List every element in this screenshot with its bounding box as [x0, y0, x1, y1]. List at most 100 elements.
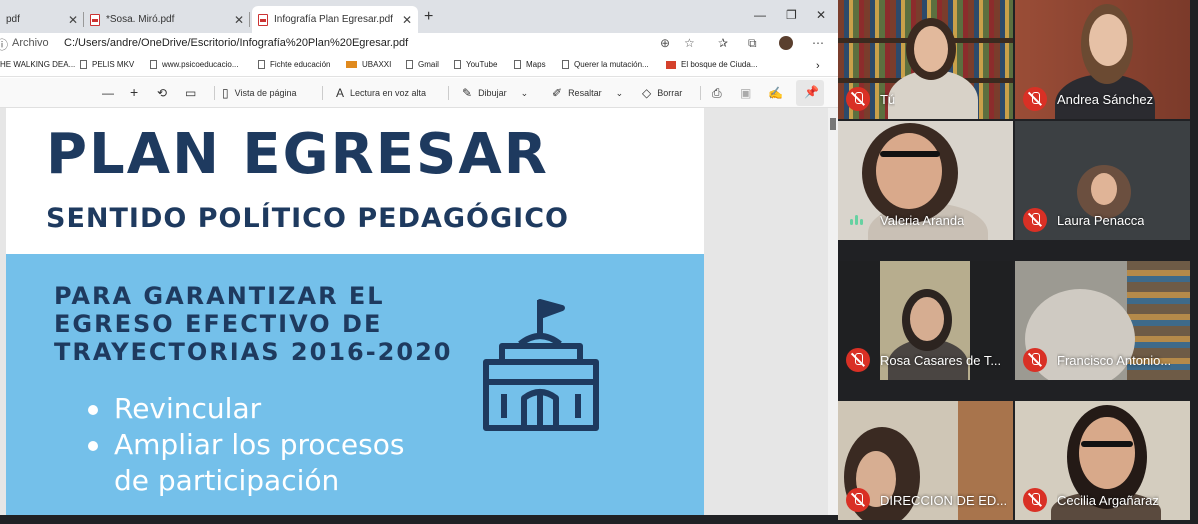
participant-name: Tú [880, 92, 896, 107]
browser-window: pdf ✕ *Sosa. Miró.pdf ✕ Infografía Plan … [0, 0, 838, 524]
fit-page-icon[interactable]: ▭ [185, 86, 202, 100]
scrollbar-thumb[interactable] [830, 118, 836, 130]
page-icon [562, 60, 569, 69]
bookmark-item[interactable]: Querer la mutación... [562, 60, 649, 69]
tab-label: pdf [6, 14, 20, 25]
tab-infografia[interactable]: Infografía Plan Egresar.pdf ✕ [252, 6, 418, 33]
minimize-button[interactable]: — [754, 8, 766, 22]
section-heading-line: PARA GARANTIZAR EL [54, 282, 385, 310]
section-heading-line: EGRESO EFECTIVO DE [54, 310, 383, 338]
bookmark-item[interactable]: El bosque de Ciuda... [666, 60, 758, 69]
person-face [876, 133, 942, 209]
bookmark-item[interactable]: PELIS MKV [80, 60, 134, 69]
favorite-add-icon[interactable]: ☆ [684, 36, 695, 50]
mic-off-icon [1023, 208, 1047, 232]
participant-name: Andrea Sánchez [1057, 92, 1154, 107]
close-window-button[interactable]: ✕ [816, 8, 826, 22]
zoom-icon[interactable]: ⊕ [660, 36, 670, 50]
participant-tile[interactable]: DIRECCION DE ED... [838, 401, 1013, 520]
page-view-icon: ▯ [222, 86, 229, 100]
read-aloud-icon: A [336, 86, 345, 100]
favorites-bar: HE WALKING DEA... PELIS MKV www.psicoedu… [0, 55, 838, 77]
page-icon [406, 60, 413, 69]
bookmark-item[interactable]: YouTube [454, 60, 497, 69]
zoom-in-button[interactable]: + [130, 84, 138, 100]
restore-button[interactable]: ❐ [786, 8, 797, 22]
mic-off-icon [1023, 87, 1047, 111]
highlight-button[interactable]: ✐ Resaltar ⌄ [552, 86, 623, 100]
mic-off-icon [846, 348, 870, 372]
close-tab-icon[interactable]: ✕ [402, 13, 412, 27]
zoom-out-button[interactable]: — [102, 86, 114, 100]
participant-tile[interactable]: Valeria Aranda [838, 121, 1013, 240]
participant-tile[interactable]: Cecilia Argañaraz [1015, 401, 1190, 520]
person-face [910, 297, 944, 341]
bullet-item: Revincular [88, 392, 261, 425]
pdf-toolbar: — + ⟲ ▭ ▯ Vista de página A Lectura en voz… [0, 78, 838, 108]
pdf-icon [90, 13, 100, 26]
tab-sosa-miro[interactable]: *Sosa. Miró.pdf ✕ [84, 6, 250, 33]
print-icon[interactable]: ⎙ [712, 86, 728, 101]
vertical-scrollbar[interactable] [828, 108, 838, 518]
section-heading-line: TRAYECTORIAS 2016-2020 [54, 338, 453, 366]
participant-tile[interactable]: Francisco Antonio... [1015, 261, 1190, 380]
toolbar-divider [322, 86, 323, 100]
glasses [1081, 441, 1133, 447]
pin-icon: 📌 [804, 85, 819, 99]
participant-tile[interactable]: Tú [838, 0, 1013, 119]
collections-icon[interactable]: ⧉ [748, 36, 757, 51]
school-building-icon [483, 299, 599, 431]
toolbar-divider [448, 86, 449, 100]
url-input[interactable]: C:/Users/andre/OneDrive/Escritorio/Infog… [64, 37, 408, 49]
bookmark-item[interactable]: Gmail [406, 60, 439, 69]
participant-name: DIRECCION DE ED... [880, 493, 1008, 508]
chevron-down-icon[interactable]: ⌄ [521, 88, 529, 99]
tab-label: Infografía Plan Egresar.pdf [274, 14, 393, 25]
chevron-right-icon[interactable]: › [816, 60, 820, 72]
chevron-down-icon[interactable]: ⌄ [616, 88, 624, 99]
person-face [1089, 14, 1127, 66]
bullet-dot [88, 405, 98, 415]
toolbar-divider [700, 86, 701, 100]
person-face [914, 26, 948, 72]
pin-toolbar-button[interactable]: 📌 [796, 80, 824, 106]
page-header-section: PLAN EGRESAR SENTIDO POLÍTICO PEDAGÓGICO [6, 108, 704, 254]
participant-tile[interactable]: Andrea Sánchez [1015, 0, 1190, 119]
new-tab-button[interactable]: + [424, 8, 433, 26]
page-view-button[interactable]: ▯ Vista de página [222, 86, 297, 100]
favorites-icon[interactable]: ✰ [718, 36, 728, 50]
participant-name: Rosa Casares de T... [880, 353, 1002, 368]
more-options-icon[interactable]: ⋯ [812, 36, 824, 50]
pdf-icon [258, 13, 268, 26]
read-aloud-button[interactable]: A Lectura en voz alta [336, 86, 426, 100]
rotate-icon[interactable]: ⟲ [157, 86, 173, 100]
mic-off-icon [1023, 348, 1047, 372]
tab-pdf[interactable]: pdf ✕ [0, 6, 84, 33]
erase-button[interactable]: ◇ Borrar [642, 86, 682, 100]
video-grid: Tú Andrea Sánchez Valeria Aranda Laura P… [838, 0, 1198, 524]
page-icon [514, 60, 521, 69]
document-subtitle: SENTIDO POLÍTICO PEDAGÓGICO [46, 203, 569, 234]
mic-off-icon [1023, 488, 1047, 512]
speaking-indicator-icon [850, 214, 866, 228]
bookmark-item[interactable]: UBAXXI [346, 60, 391, 69]
bookmark-item[interactable]: www.psicoeducacio... [150, 60, 238, 69]
save-as-icon[interactable]: ✍ [768, 86, 789, 100]
participant-tile[interactable]: Laura Penacca [1015, 121, 1190, 240]
bookmark-item[interactable]: Fichte educación [258, 60, 330, 69]
draw-button[interactable]: ✎ Dibujar ⌄ [462, 86, 528, 100]
bullet-item-continuation: de participación [114, 464, 340, 497]
info-icon[interactable]: ⓘ [0, 36, 8, 53]
glasses [880, 151, 940, 157]
close-tab-icon[interactable]: ✕ [234, 13, 244, 27]
tab-bar: pdf ✕ *Sosa. Miró.pdf ✕ Infografía Plan … [0, 0, 838, 33]
highlighter-icon: ✐ [552, 86, 563, 100]
bookmark-item[interactable]: Maps [514, 60, 546, 69]
profile-avatar[interactable] [779, 36, 793, 50]
save-icon[interactable]: ▣ [740, 86, 757, 100]
participant-tile[interactable]: Rosa Casares de T... [838, 261, 1013, 380]
close-tab-icon[interactable]: ✕ [68, 13, 78, 27]
toolbar-divider [214, 86, 215, 100]
participant-name: Cecilia Argañaraz [1057, 493, 1159, 508]
bookmark-item[interactable]: HE WALKING DEA... [0, 60, 75, 69]
